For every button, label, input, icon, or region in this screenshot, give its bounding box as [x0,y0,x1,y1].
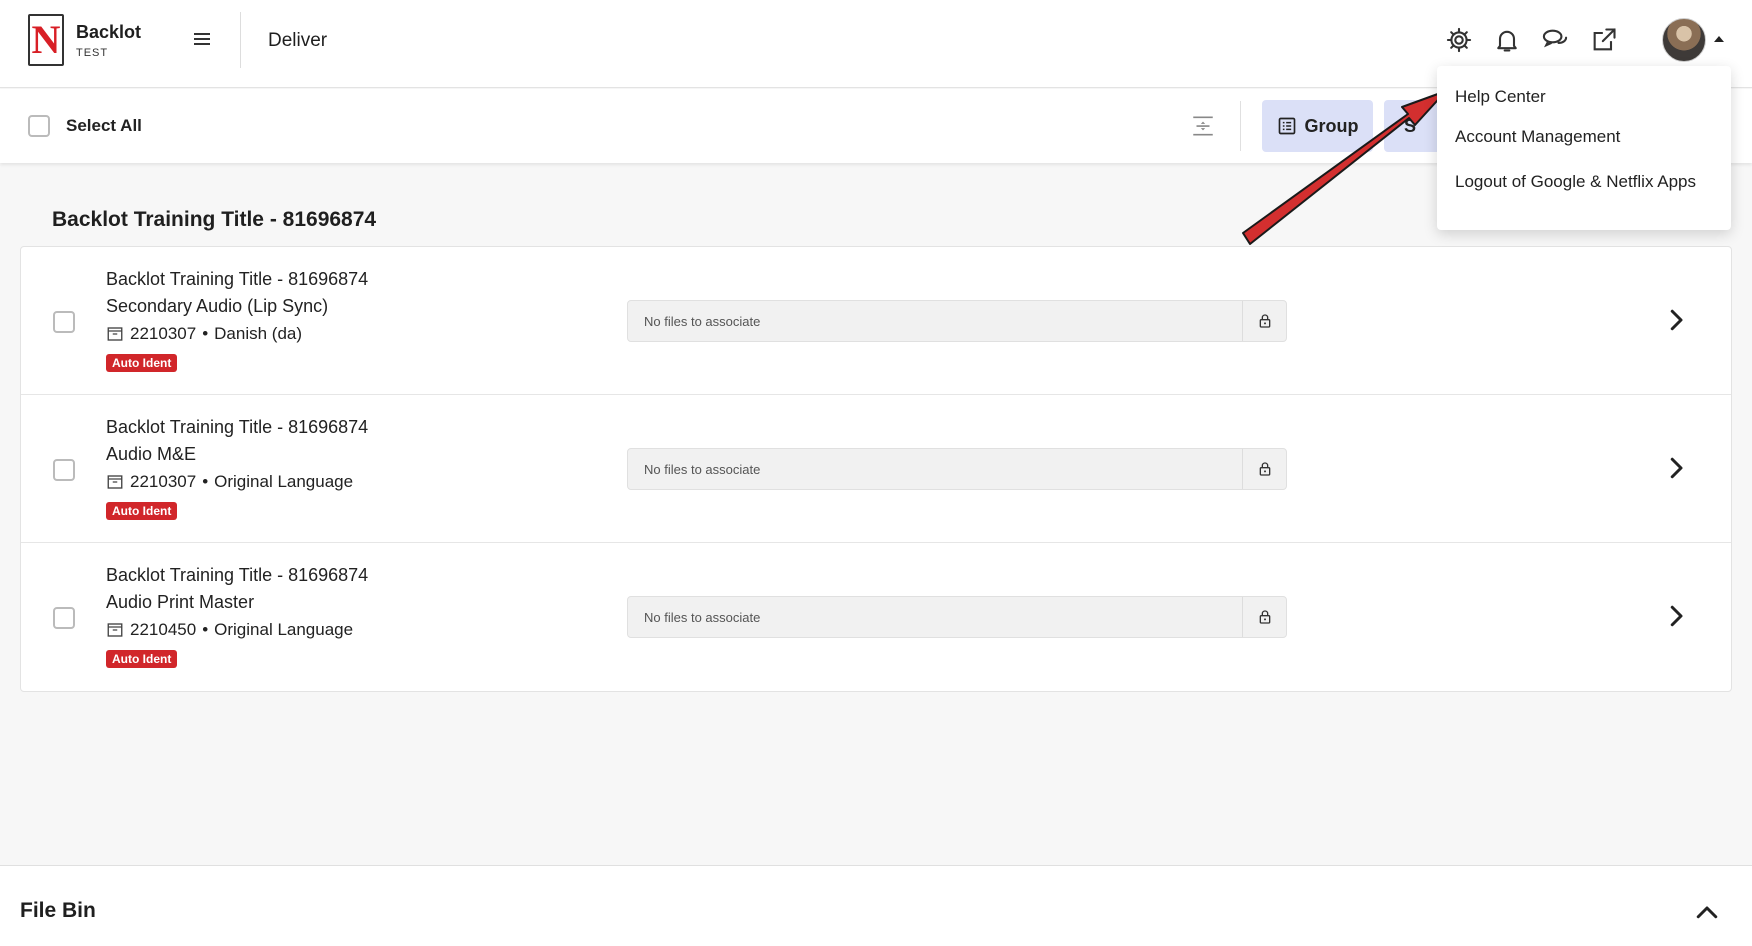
assoc-text: No files to associate [644,314,761,329]
group-button[interactable]: Group [1262,100,1373,152]
row-checkbox[interactable] [53,311,75,333]
environment-label: TEST [76,47,109,59]
item-title: Backlot Training Title - 81696874 [106,565,369,585]
list-item[interactable]: Backlot Training Title - 81696874 Second… [21,247,1731,395]
menu-item-logout[interactable]: Logout of Google & Netflix Apps [1437,155,1731,208]
item-title: Backlot Training Title - 81696874 [106,269,369,289]
chevron-right-icon[interactable] [1661,453,1691,483]
auto-ident-badge: Auto Ident [106,502,178,520]
external-link-icon[interactable] [1590,26,1618,54]
row-checkbox[interactable] [53,607,75,629]
lock-icon [1242,597,1286,637]
notification-bell-icon[interactable] [1493,26,1521,54]
settings-gear-icon[interactable] [1445,26,1473,54]
lock-icon [1242,301,1286,341]
assoc-text: No files to associate [644,610,761,625]
item-id: 2210450 [130,620,197,639]
sort-button-label: S [1404,115,1417,136]
item-language: Original Language [214,620,354,639]
item-id: 2210307 [130,324,197,343]
user-avatar[interactable] [1662,18,1706,62]
select-all-checkbox[interactable] [28,115,50,137]
deliverables-list: Backlot Training Title - 81696874 Second… [20,246,1732,692]
file-association-field: No files to associate [627,448,1287,490]
hamburger-menu-icon[interactable] [190,30,214,54]
item-subtitle: Audio M&E [106,444,197,464]
assoc-text: No files to associate [644,462,761,477]
chat-bubbles-icon[interactable] [1541,26,1569,54]
chevron-right-icon[interactable] [1661,601,1691,631]
header-divider [240,12,241,68]
group-title: Backlot Training Title - 81696874 [52,208,377,231]
file-association-field: No files to associate [627,300,1287,342]
list-item[interactable]: Backlot Training Title - 81696874 Audio … [21,395,1731,543]
lock-icon [1242,449,1286,489]
item-title: Backlot Training Title - 81696874 [106,417,369,437]
auto-ident-badge: Auto Ident [106,354,178,372]
item-meta: 2210307 • Danish (da) [106,324,302,344]
file-association-field: No files to associate [627,596,1287,638]
item-language: Danish (da) [214,324,303,343]
brand-name: Backlot [76,22,142,42]
meta-separator: • [202,472,209,491]
item-language: Original Language [214,472,354,491]
archive-box-icon [107,623,123,637]
toolbar-divider [1240,101,1241,151]
chevron-right-icon[interactable] [1661,305,1691,335]
caret-up-icon[interactable] [1714,36,1724,42]
row-checkbox[interactable] [53,459,75,481]
item-id: 2210307 [130,472,197,491]
group-button-label: Group [1304,115,1359,136]
file-bin-panel: File Bin [0,865,1752,946]
auto-ident-badge: Auto Ident [106,650,178,668]
brand: Backlot TEST [76,22,141,59]
user-menu-dropdown: Help Center Account Management Logout of… [1437,66,1731,230]
item-subtitle: Audio Print Master [106,592,255,612]
archive-box-icon [107,475,123,489]
chevron-up-icon[interactable] [1692,898,1722,928]
meta-separator: • [202,324,209,343]
file-bin-title: File Bin [20,899,96,922]
list-icon [1278,117,1295,135]
item-meta: 2210450 • Original Language [106,620,353,640]
list-item[interactable]: Backlot Training Title - 81696874 Audio … [21,543,1731,691]
netflix-logo[interactable]: N [28,14,64,66]
meta-separator: • [202,620,209,639]
item-meta: 2210307 • Original Language [106,472,353,492]
archive-box-icon [107,327,123,341]
select-all-label: Select All [66,116,142,135]
page-title: Deliver [268,30,328,51]
row-density-icon[interactable] [1190,113,1216,139]
item-subtitle: Secondary Audio (Lip Sync) [106,296,329,316]
